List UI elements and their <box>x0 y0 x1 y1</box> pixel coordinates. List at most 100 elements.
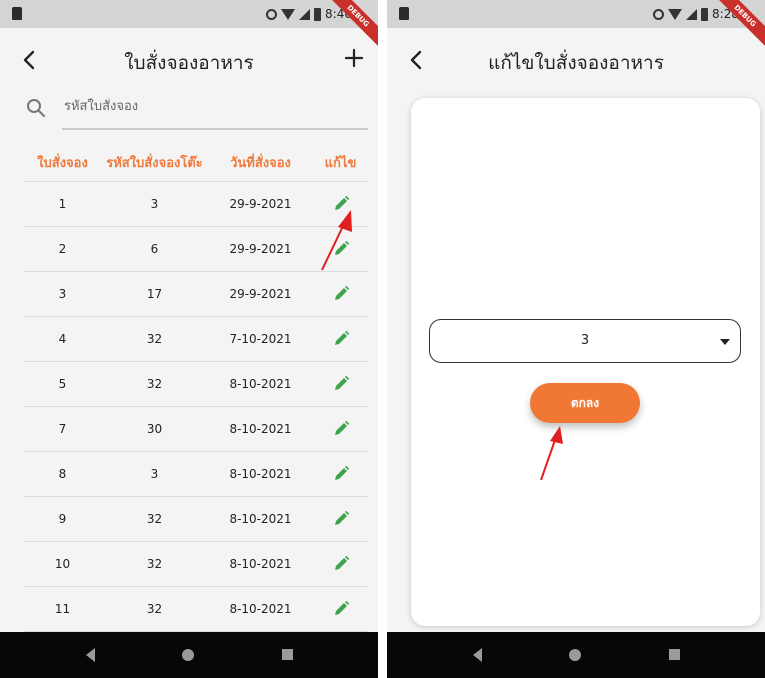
status-bar: 8:28 DEBUG <box>387 0 765 51</box>
cell-date: 8-10-2021 <box>208 496 313 542</box>
cell-table-code: 6 <box>101 226 208 272</box>
battery-icon <box>314 7 322 21</box>
cell-date: 29-9-2021 <box>208 226 313 272</box>
cell-order-id: 7 <box>24 406 101 452</box>
table-row: 9 32 8-10-2021 <box>24 496 368 542</box>
nav-recents-icon[interactable] <box>669 649 680 660</box>
table-header-row: ใบสั่งจอง รหัสใบสั่งจองโต๊ะ วันที่สั่งจอ… <box>24 144 368 182</box>
header-date: วันที่สั่งจอง <box>230 156 291 171</box>
nav-back-icon[interactable] <box>473 648 482 662</box>
table-code-dropdown[interactable]: 3 <box>429 319 741 363</box>
status-bar: 8:40 DEBUG <box>0 0 378 51</box>
cell-edit <box>313 586 368 632</box>
sd-card-icon <box>12 7 22 20</box>
table-row: 8 3 8-10-2021 <box>24 451 368 497</box>
cell-table-code: 32 <box>101 496 208 542</box>
phone-screen-order-list: 8:40 DEBUG ใบสั่งจองอาหาร ใบสั่งจอง รหัส… <box>0 0 378 678</box>
cell-order-id: 1 <box>24 181 101 227</box>
search-underline <box>62 128 368 130</box>
cell-edit <box>313 541 368 587</box>
android-nav-bar <box>387 632 765 678</box>
cell-edit <box>313 226 368 272</box>
android-nav-bar <box>0 632 378 678</box>
battery-icon <box>701 7 709 21</box>
cell-table-code: 17 <box>101 271 208 317</box>
pencil-icon[interactable] <box>331 509 351 529</box>
dropdown-selected-value: 3 <box>580 333 590 348</box>
pencil-icon[interactable] <box>331 464 351 484</box>
nav-recents-icon[interactable] <box>282 649 293 660</box>
header-order: ใบสั่งจอง <box>37 156 88 171</box>
nav-back-icon[interactable] <box>86 648 95 662</box>
search-bar <box>24 92 368 130</box>
page-title: ใบสั่งจองอาหาร <box>124 52 254 74</box>
cell-date: 8-10-2021 <box>208 451 313 497</box>
cell-edit <box>313 361 368 407</box>
cell-edit <box>313 406 368 452</box>
cell-date: 8-10-2021 <box>208 541 313 587</box>
cell-order-id: 3 <box>24 271 101 317</box>
cell-edit <box>313 316 368 362</box>
cell-order-id: 5 <box>24 361 101 407</box>
wifi-icon <box>281 8 296 20</box>
pencil-icon[interactable] <box>331 329 351 349</box>
caret-down-icon <box>720 339 730 345</box>
page-title: แก้ไขใบสั่งจองอาหาร <box>488 52 664 74</box>
search-input[interactable] <box>62 98 366 115</box>
pencil-icon[interactable] <box>331 239 351 259</box>
cell-table-code: 30 <box>101 406 208 452</box>
pencil-icon[interactable] <box>331 599 351 619</box>
cell-order-id: 9 <box>24 496 101 542</box>
cell-table-code: 32 <box>101 361 208 407</box>
pencil-icon[interactable] <box>331 554 351 574</box>
app-bar: แก้ไขใบสั่งจองอาหาร <box>387 28 765 92</box>
cell-edit <box>313 181 368 227</box>
table-row: 2 6 29-9-2021 <box>24 226 368 272</box>
sync-icon <box>653 8 665 20</box>
table-row: 4 32 7-10-2021 <box>24 316 368 362</box>
cell-table-code: 32 <box>101 316 208 362</box>
cell-table-code: 3 <box>101 181 208 227</box>
pencil-icon[interactable] <box>331 419 351 439</box>
cell-edit <box>313 271 368 317</box>
table-row: 11 32 8-10-2021 <box>24 586 368 632</box>
plus-icon[interactable] <box>340 44 368 72</box>
cell-date: 8-10-2021 <box>208 406 313 452</box>
cell-order-id: 2 <box>24 226 101 272</box>
cell-order-id: 11 <box>24 586 101 632</box>
pencil-icon[interactable] <box>331 374 351 394</box>
orders-table: ใบสั่งจอง รหัสใบสั่งจองโต๊ะ วันที่สั่งจอ… <box>24 144 368 632</box>
cell-order-id: 10 <box>24 541 101 587</box>
cell-edit <box>313 451 368 497</box>
signal-icon <box>299 8 311 20</box>
edit-card: 3 ตกลง <box>411 98 760 626</box>
signal-icon <box>686 8 698 20</box>
cell-order-id: 4 <box>24 316 101 362</box>
cell-table-code: 32 <box>101 586 208 632</box>
cell-order-id: 8 <box>24 451 101 497</box>
nav-home-icon[interactable] <box>182 649 194 661</box>
confirm-button[interactable]: ตกลง <box>530 383 640 423</box>
cell-table-code: 3 <box>101 451 208 497</box>
nav-home-icon[interactable] <box>569 649 581 661</box>
cell-table-code: 32 <box>101 541 208 587</box>
table-row: 5 32 8-10-2021 <box>24 361 368 407</box>
sync-icon <box>266 8 278 20</box>
table-row: 7 30 8-10-2021 <box>24 406 368 452</box>
pencil-icon[interactable] <box>331 194 351 214</box>
cell-date: 7-10-2021 <box>208 316 313 362</box>
cell-edit <box>313 496 368 542</box>
cell-date: 29-9-2021 <box>208 181 313 227</box>
cell-date: 29-9-2021 <box>208 271 313 317</box>
cell-date: 8-10-2021 <box>208 361 313 407</box>
search-icon <box>27 99 45 117</box>
wifi-icon <box>668 8 683 20</box>
table-row: 10 32 8-10-2021 <box>24 541 368 587</box>
header-edit: แก้ไข <box>324 156 357 171</box>
cell-date: 8-10-2021 <box>208 586 313 632</box>
phone-screen-edit-order: 8:28 DEBUG แก้ไขใบสั่งจองอาหาร 3 ตกลง <box>387 0 765 678</box>
pencil-icon[interactable] <box>331 284 351 304</box>
table-row: 3 17 29-9-2021 <box>24 271 368 317</box>
header-table-code: รหัสใบสั่งจองโต๊ะ <box>106 156 203 171</box>
table-row: 1 3 29-9-2021 <box>24 181 368 227</box>
